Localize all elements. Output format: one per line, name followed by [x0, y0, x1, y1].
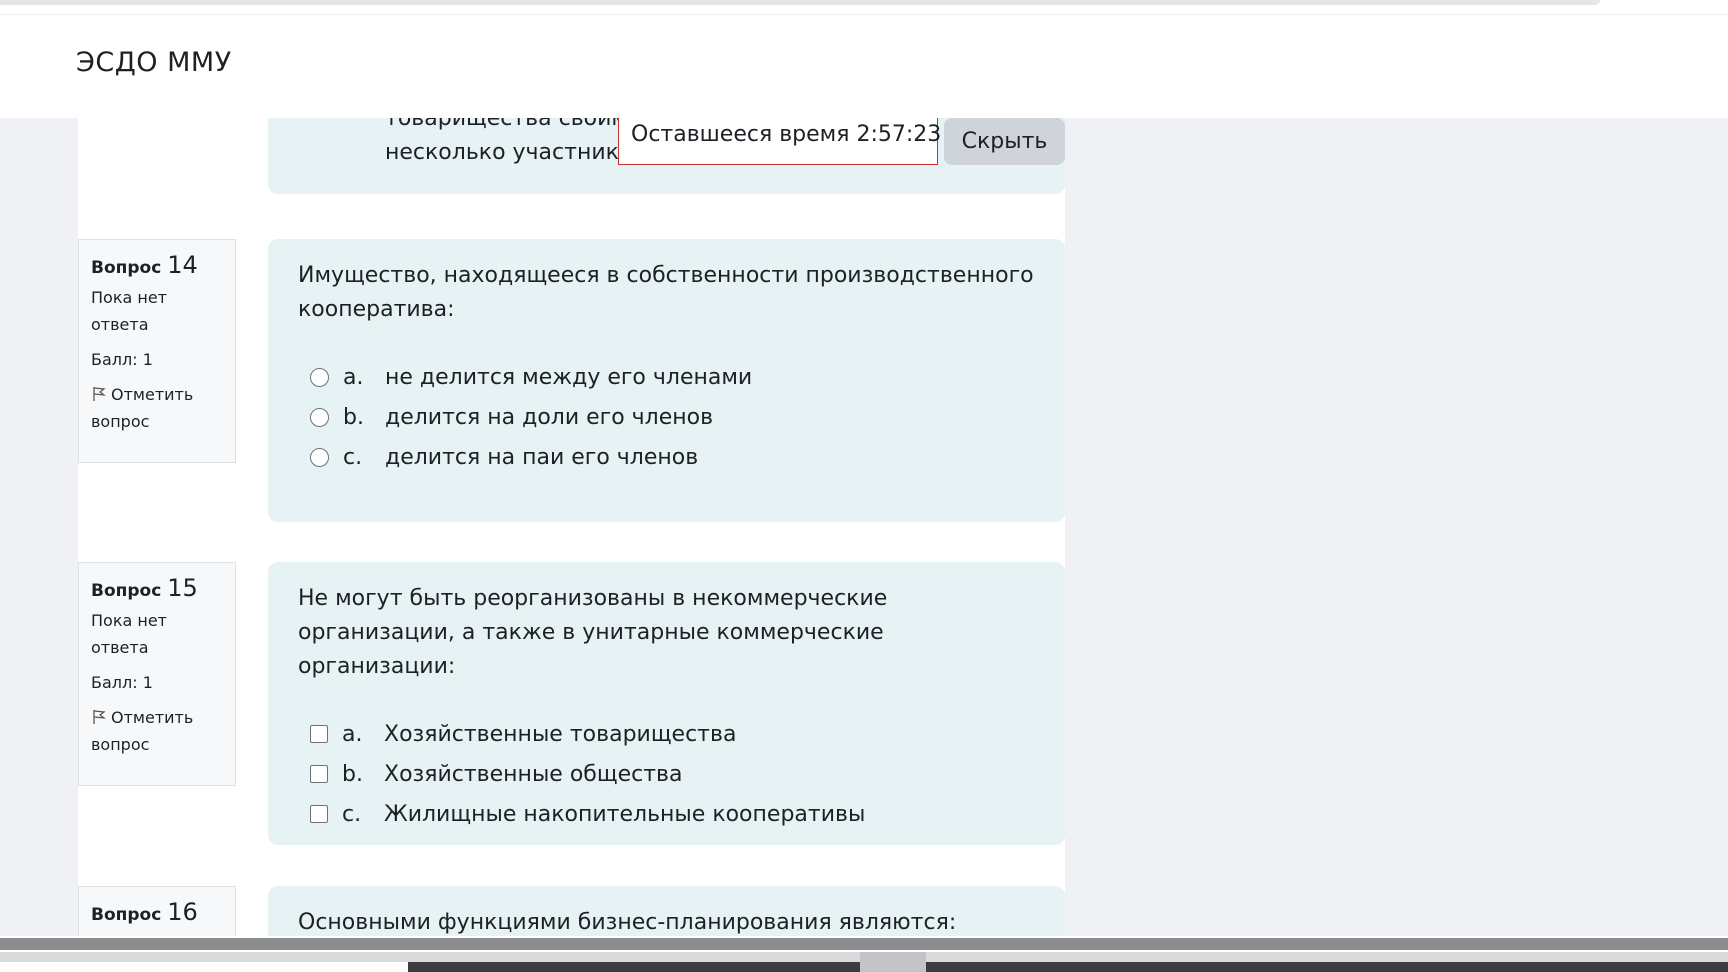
- scrollbar-thumb[interactable]: [860, 952, 926, 972]
- question-prompt: Не могут быть реорганизованы в некоммерч…: [298, 586, 888, 679]
- question-info-15: Вопрос 15 Пока нет ответа Балл: 1 Отмети…: [78, 562, 236, 786]
- question-label: Вопрос: [91, 581, 162, 601]
- question-number: Вопрос 14: [91, 252, 223, 282]
- question-prompt: Имущество, находящееся в собственности п…: [298, 263, 1034, 322]
- question-text-14: Имущество, находящееся в собственности п…: [268, 239, 1065, 522]
- site-brand[interactable]: ЭСДО ММУ: [76, 47, 232, 78]
- answer-option-b[interactable]: b. Хозяйственные общества: [298, 754, 1035, 794]
- question-info-16: Вопрос 16: [78, 886, 236, 936]
- question-number-value: 15: [167, 574, 198, 602]
- question-number: Вопрос 16: [91, 899, 223, 929]
- radio-button[interactable]: [310, 447, 329, 467]
- checkbox[interactable]: [310, 765, 328, 783]
- checkbox[interactable]: [310, 725, 328, 743]
- question-grade: Балл: 1: [91, 350, 153, 369]
- answer-text: делится на паи его членов: [385, 444, 699, 470]
- question-text-16: Основными функциями бизнес-планирования …: [268, 886, 1065, 936]
- answer-letter: b.: [343, 404, 364, 430]
- answer-letter: b.: [342, 761, 363, 787]
- answer-option-a[interactable]: a. не делится между его членами: [298, 357, 1035, 397]
- answer-letter: c.: [343, 444, 363, 470]
- question-info-14: Вопрос 14 Пока нет ответа Балл: 1 Отмети…: [78, 239, 236, 463]
- browser-top-strip: [0, 0, 1600, 5]
- question-text-15: Не могут быть реорганизованы в некоммерч…: [268, 562, 1065, 845]
- answer-text: Хозяйственные общества: [384, 761, 683, 787]
- answer-letter: a.: [342, 721, 363, 747]
- answer-text: не делится между его членами: [385, 364, 753, 390]
- flag-icon: [93, 710, 107, 724]
- answer-option-b[interactable]: b. делится на доли его членов: [298, 397, 1035, 437]
- answer-text: делится на доли его членов: [385, 404, 714, 430]
- answer-letter: c.: [342, 801, 362, 827]
- answer-list: a. Хозяйственные товарищества b. Хозяйст…: [298, 714, 1035, 834]
- taskbar-dark-strip: [408, 962, 1728, 972]
- question-number-value: 14: [167, 251, 198, 279]
- question-number-value: 16: [167, 898, 198, 926]
- question-number: Вопрос 15: [91, 575, 223, 605]
- horizontal-scrollbar-track[interactable]: [0, 938, 1728, 950]
- question-state: Пока нет ответа: [91, 611, 167, 657]
- checkbox[interactable]: [310, 805, 328, 823]
- answer-text: Хозяйственные товарищества: [384, 721, 737, 747]
- answer-text: Жилищные накопительные кооперативы: [384, 801, 866, 827]
- flag-icon: [93, 387, 107, 401]
- question-state: Пока нет ответа: [91, 288, 167, 334]
- answer-option-c[interactable]: c. делится на паи его членов: [298, 437, 1035, 477]
- hide-timer-button[interactable]: Скрыть: [944, 118, 1065, 165]
- answer-option-c[interactable]: c. Жилищные накопительные кооперативы: [298, 794, 1035, 834]
- quiz-timer: Оставшееся время 2:57:23: [618, 118, 941, 165]
- page-body: товарищества своим несколько участнико О…: [0, 118, 1728, 936]
- question-grade: Балл: 1: [91, 673, 153, 692]
- question-label: Вопрос: [91, 258, 162, 278]
- navbar: ЭСДО ММУ: [0, 15, 1728, 118]
- question-prompt: Основными функциями бизнес-планирования …: [298, 910, 957, 935]
- answer-list: a. не делится между его членами b. делит…: [298, 357, 1035, 477]
- answer-letter: a.: [343, 364, 364, 390]
- question-label: Вопрос: [91, 905, 162, 925]
- flag-question-link[interactable]: Отметить вопрос: [91, 381, 223, 435]
- answer-option-a[interactable]: a. Хозяйственные товарищества: [298, 714, 1035, 754]
- radio-button[interactable]: [310, 367, 329, 387]
- radio-button[interactable]: [310, 407, 329, 427]
- flag-question-link[interactable]: Отметить вопрос: [91, 704, 223, 758]
